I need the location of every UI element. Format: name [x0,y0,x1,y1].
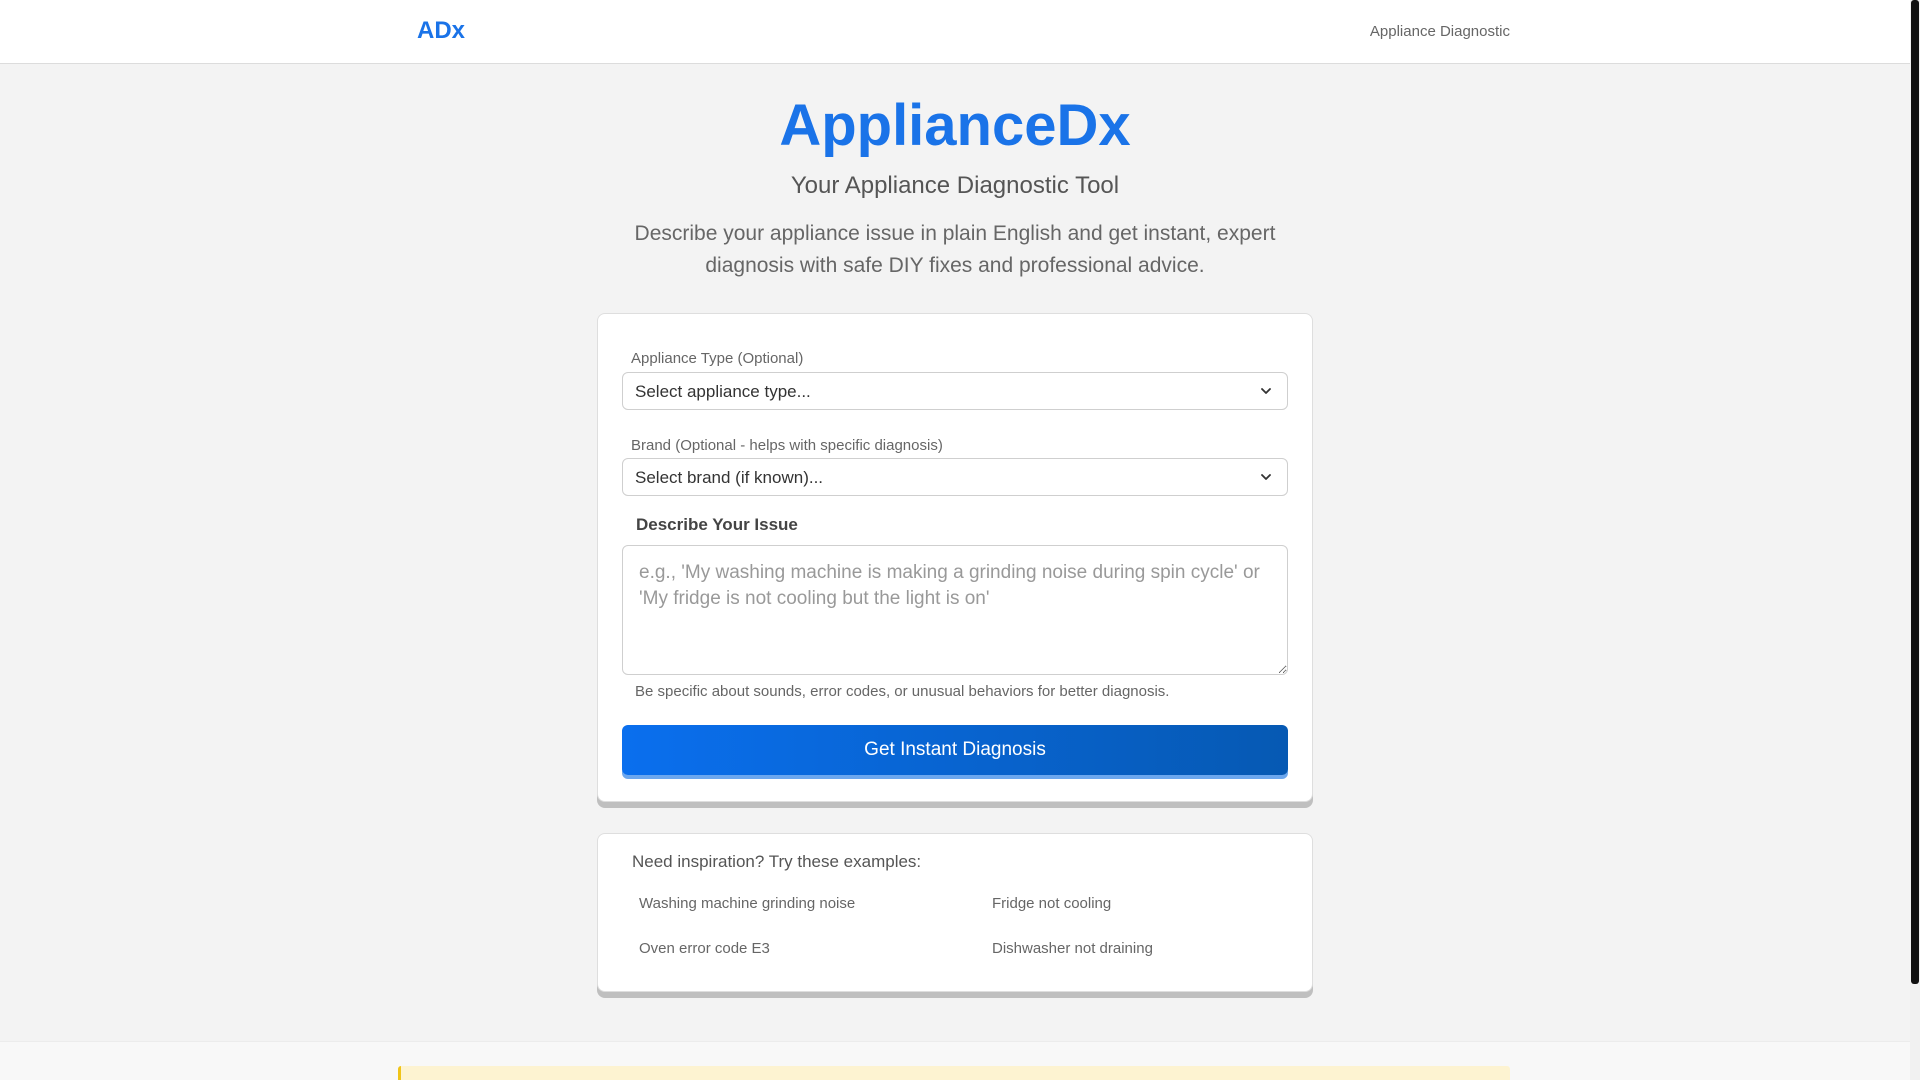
example-item[interactable]: Oven error code E3 [639,940,770,957]
appliance-type-selected-value: Select appliance type... [635,382,811,401]
disclaimer-banner [398,1066,1510,1080]
hero-title: ApplianceDx [779,93,1131,158]
examples-card: Need inspiration? Try these examples: Wa… [597,833,1313,992]
hero-description: Describe your appliance issue in plain E… [634,222,1276,277]
chevron-down-icon [1261,474,1271,480]
example-item[interactable]: Fridge not cooling [992,895,1111,912]
brand-selected-value: Select brand (if known)... [635,468,824,487]
page-scrollbar-thumb[interactable] [1911,0,1919,984]
diagnosis-form-card: Appliance Type (Optional) Select applian… [597,313,1313,802]
nav-link-appliance-diagnostic[interactable]: Appliance Diagnostic [1370,23,1510,40]
issue-hint-text: Be specific about sounds, error codes, o… [635,683,1170,700]
issue-description-textarea[interactable] [622,545,1288,675]
top-navbar: ADx Appliance Diagnostic [0,0,1910,64]
brand-label: Brand (Optional - helps with specific di… [631,437,943,454]
describe-issue-label: Describe Your Issue [636,515,798,534]
brand-select[interactable]: Select brand (if known)... [622,458,1288,496]
brand-logo-link[interactable]: ADx [417,17,465,45]
example-item[interactable]: Washing machine grinding noise [639,895,855,912]
appliance-type-select[interactable]: Select appliance type... [622,372,1288,410]
get-instant-diagnosis-button[interactable]: Get Instant Diagnosis [622,725,1288,775]
examples-title: Need inspiration? Try these examples: [632,852,922,871]
chevron-down-icon [1261,388,1271,394]
example-item[interactable]: Dishwasher not draining [992,940,1153,957]
appliance-type-label: Appliance Type (Optional) [631,350,804,367]
hero-subtitle: Your Appliance Diagnostic Tool [790,172,1120,199]
